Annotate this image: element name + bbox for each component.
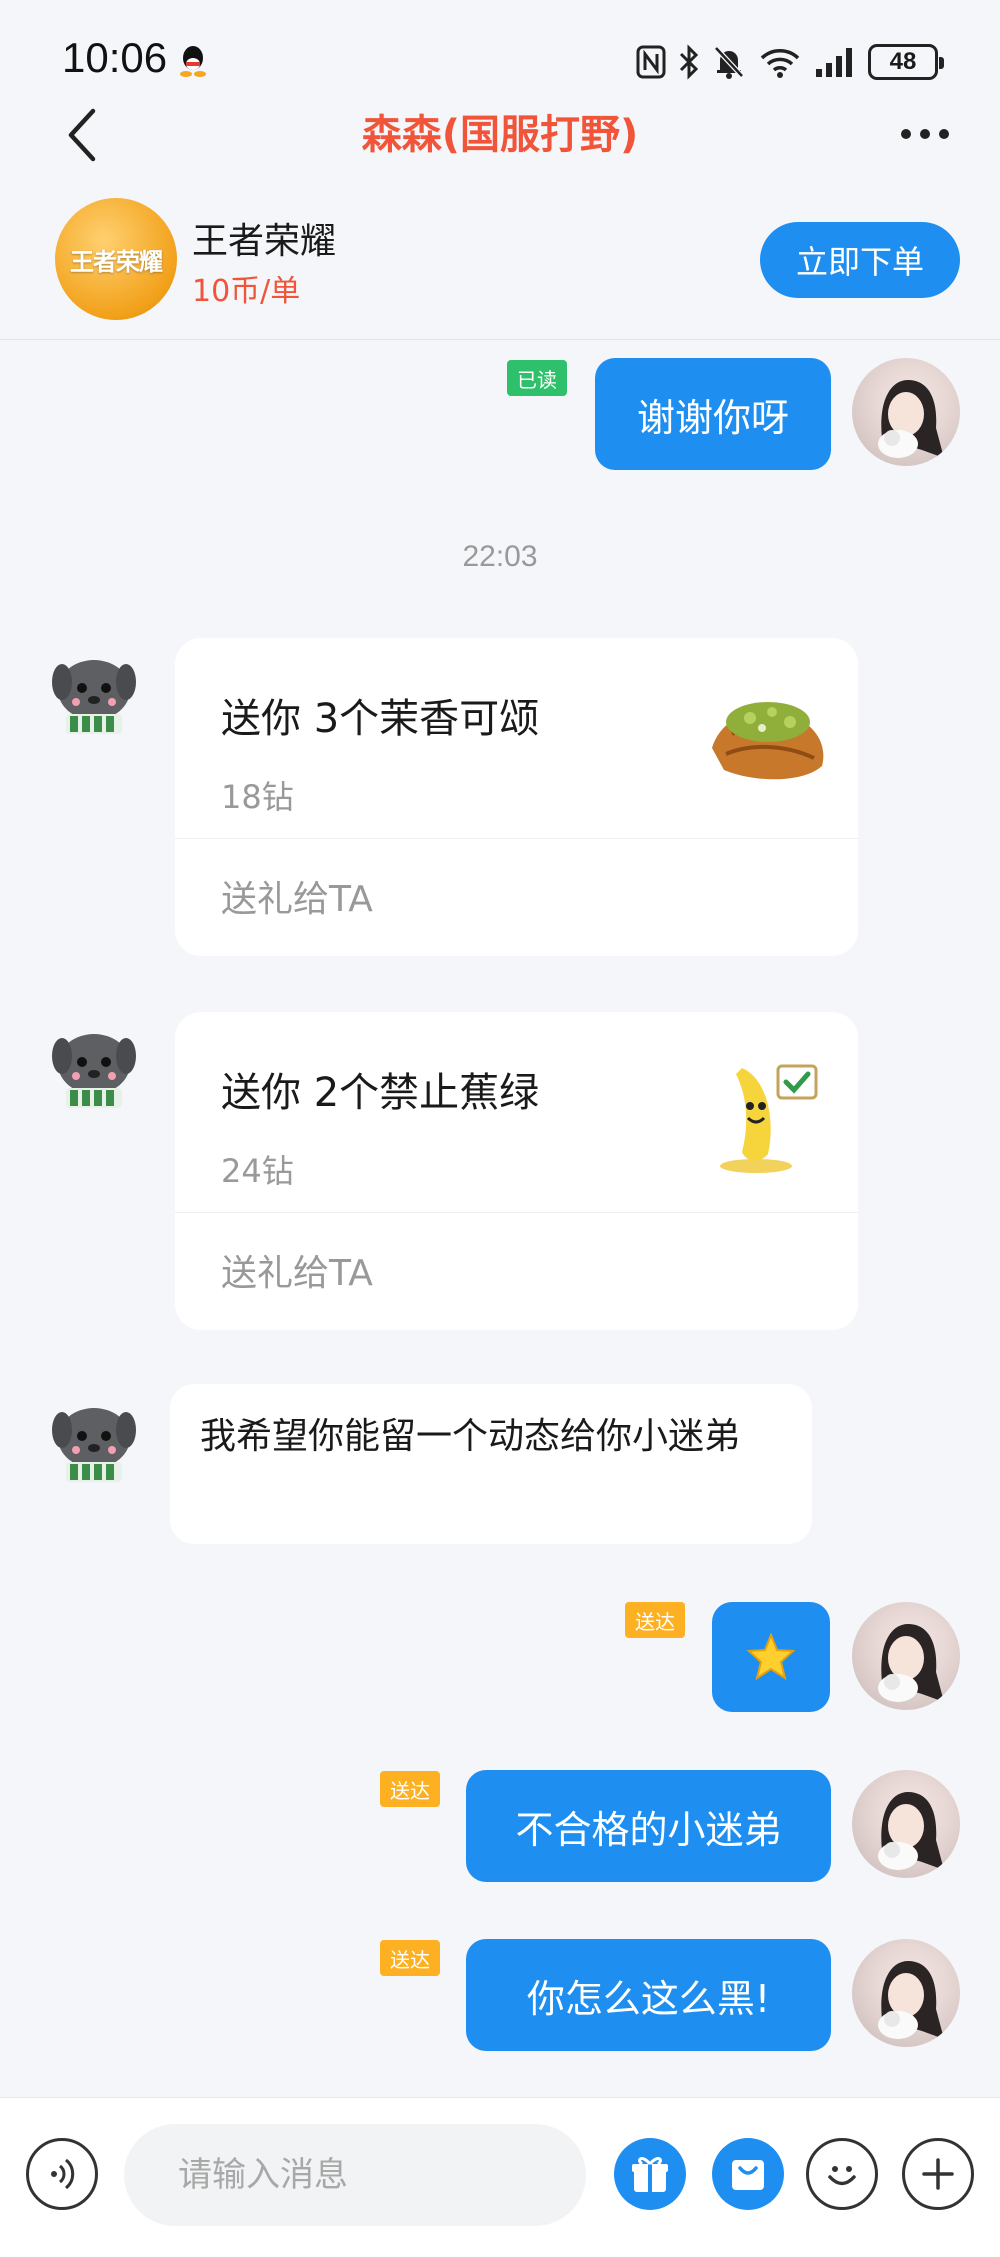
my-avatar[interactable] (852, 358, 960, 466)
my-message-bubble[interactable]: 谢谢你呀 (595, 358, 831, 470)
my-avatar-image (878, 1792, 944, 1870)
mute-icon (714, 46, 744, 79)
gift-card[interactable]: 送你 3个茉香可颂 18钻 送礼给TA (175, 638, 858, 956)
page-title: 森森(国服打野) (361, 112, 639, 158)
game-logo[interactable]: 王者荣耀 (55, 198, 177, 320)
my-avatar[interactable] (852, 1939, 960, 2047)
message-input[interactable] (124, 2124, 586, 2226)
more-actions-button[interactable] (902, 2138, 974, 2210)
more-dot-icon (939, 129, 949, 139)
bluetooth-icon (679, 44, 699, 80)
order-card-button[interactable] (712, 2138, 784, 2210)
nfc-icon (636, 45, 666, 79)
gift-title: 送你 2个禁止蕉绿 (221, 1070, 540, 1116)
other-avatar-image (52, 1034, 136, 1108)
other-avatar[interactable] (40, 1012, 148, 1120)
gift-card[interactable]: 送你 2个禁止蕉绿 24钻 送礼给TA (175, 1012, 858, 1330)
other-avatar[interactable] (40, 638, 148, 746)
game-name: 王者荣耀 (192, 221, 337, 262)
status-time: 10:06 (62, 34, 168, 81)
send-gift-link[interactable]: 送礼给TA (221, 1244, 373, 1296)
other-avatar[interactable] (40, 1386, 148, 1494)
my-message-bubble[interactable]: 你怎么这么黑! (466, 1939, 831, 2051)
gift-divider (175, 838, 858, 839)
cell-signal-icon (816, 48, 852, 77)
gift-divider (175, 1212, 858, 1213)
other-avatar-image (52, 660, 136, 734)
more-dot-icon (901, 129, 911, 139)
game-price: 10币/单 (192, 274, 301, 309)
game-logo-text: 王者荣耀 (70, 247, 163, 276)
read-status-badge: 已读 (507, 360, 567, 396)
delivered-status-badge: 送达 (380, 1771, 440, 1807)
voice-input-button[interactable] (26, 2138, 98, 2210)
chat-timestamp: 22:03 (462, 540, 538, 573)
my-message-bubble[interactable] (712, 1602, 830, 1712)
game-service-card: 王者荣耀 王者荣耀 10币/单 立即下单 (0, 190, 1000, 340)
more-options-button[interactable] (890, 104, 960, 164)
gift-button[interactable] (614, 2138, 686, 2210)
plus-icon (922, 2158, 954, 2190)
croissant-icon (712, 702, 824, 780)
status-icons: 48 (636, 40, 944, 84)
my-avatar-image (878, 380, 944, 458)
nav-bar: 森森(国服打野) (0, 90, 1000, 190)
my-avatar[interactable] (852, 1770, 960, 1878)
smiley-icon (828, 2166, 856, 2186)
other-message-bubble[interactable]: 我希望你能留一个动态给你小迷弟 (170, 1384, 812, 1544)
gift-title: 送你 3个茉香可颂 (221, 696, 540, 742)
delivered-status-badge: 送达 (625, 1602, 685, 1638)
delivered-status-badge: 送达 (380, 1940, 440, 1976)
send-gift-link[interactable]: 送礼给TA (221, 870, 373, 922)
gift-icon (632, 2157, 668, 2192)
my-message-bubble[interactable]: 不合格的小迷弟 (466, 1770, 831, 1882)
other-avatar-image (52, 1408, 136, 1482)
my-avatar-image (878, 1961, 944, 2039)
gift-price: 24钻 (221, 1152, 294, 1190)
my-avatar-image (878, 1624, 944, 1702)
voice-icon (51, 2158, 75, 2190)
qq-icon (180, 46, 206, 77)
gift-price: 18钻 (221, 778, 294, 816)
banana-icon (720, 1064, 818, 1173)
my-avatar[interactable] (852, 1602, 960, 1710)
emoji-button[interactable] (806, 2138, 878, 2210)
wifi-icon (760, 49, 800, 78)
message-input-bar (0, 2097, 1000, 2257)
order-now-button[interactable]: 立即下单 (760, 222, 960, 298)
more-dot-icon (920, 129, 930, 139)
bag-icon (732, 2160, 764, 2190)
star-icon (746, 1633, 796, 1681)
battery-indicator: 48 (868, 44, 944, 80)
